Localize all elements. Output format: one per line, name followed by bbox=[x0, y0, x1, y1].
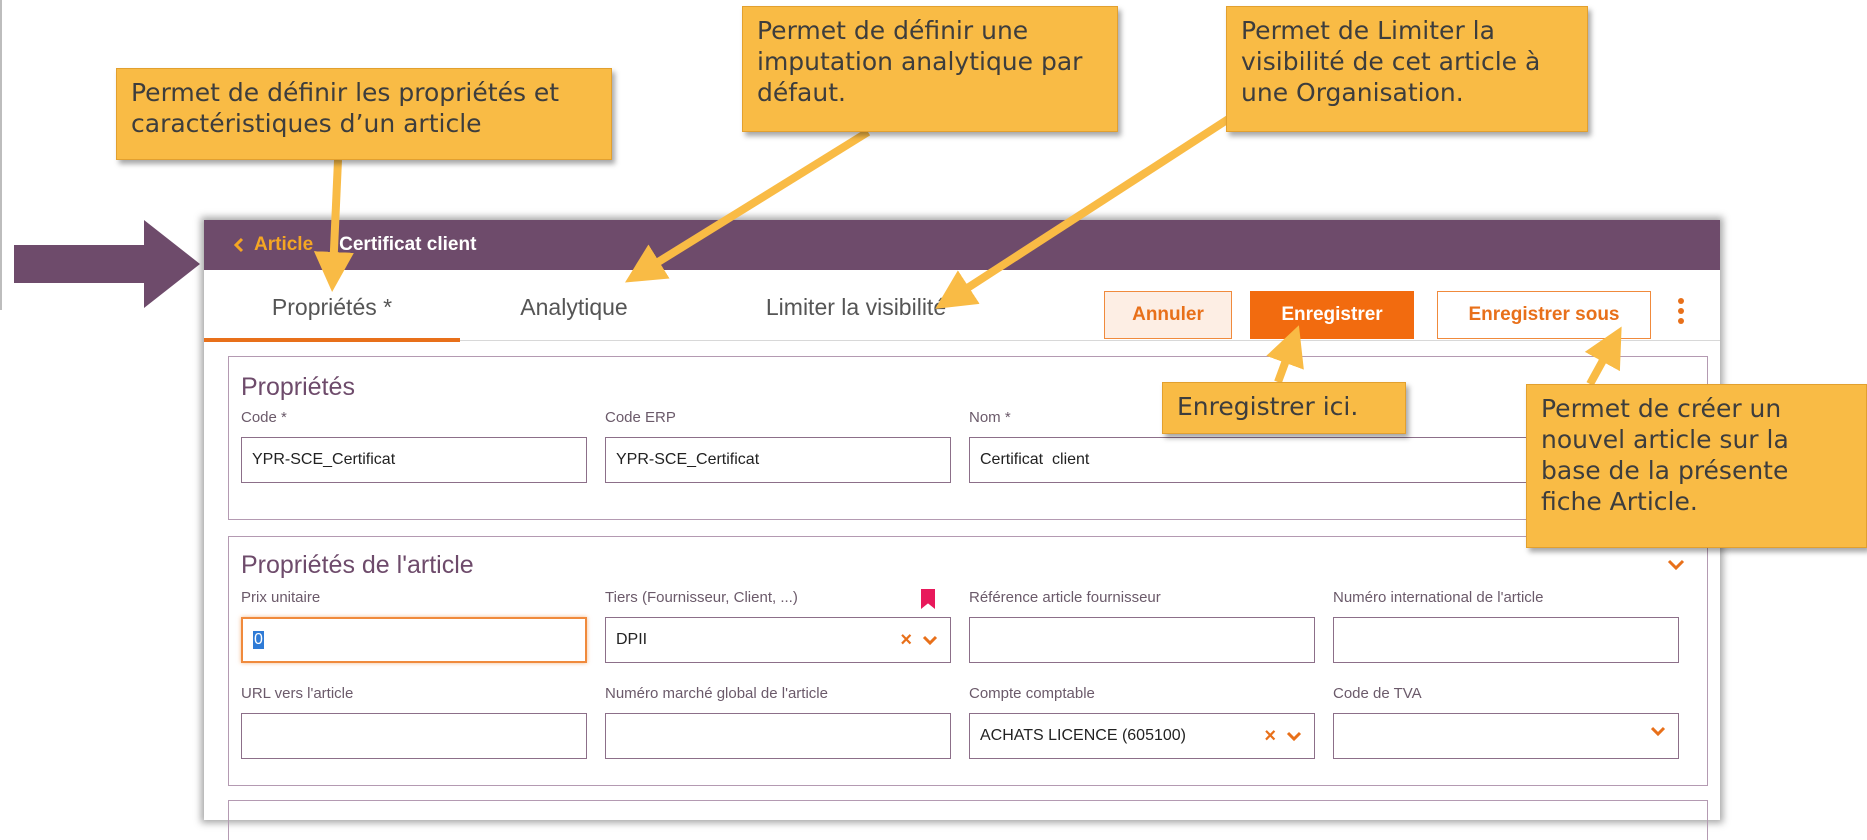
arrow-to-visibility-tab bbox=[935, 114, 1233, 309]
arrow-to-save-button bbox=[1266, 325, 1304, 384]
callout-analytics: Permet de définir une imputation analyti… bbox=[742, 6, 1118, 132]
callout-visibility: Permet de Limiter la visibilité de cet a… bbox=[1226, 6, 1588, 132]
arrow-to-save-as-button bbox=[1584, 326, 1622, 386]
callout-properties: Permet de définir les propriétés et cara… bbox=[116, 68, 612, 160]
callout-save-as: Permet de créer un nouvel article sur la… bbox=[1526, 384, 1867, 548]
arrow-to-analytics-tab bbox=[624, 128, 871, 283]
arrow-to-properties-tab bbox=[313, 159, 354, 292]
callout-save: Enregistrer ici. bbox=[1162, 382, 1406, 434]
